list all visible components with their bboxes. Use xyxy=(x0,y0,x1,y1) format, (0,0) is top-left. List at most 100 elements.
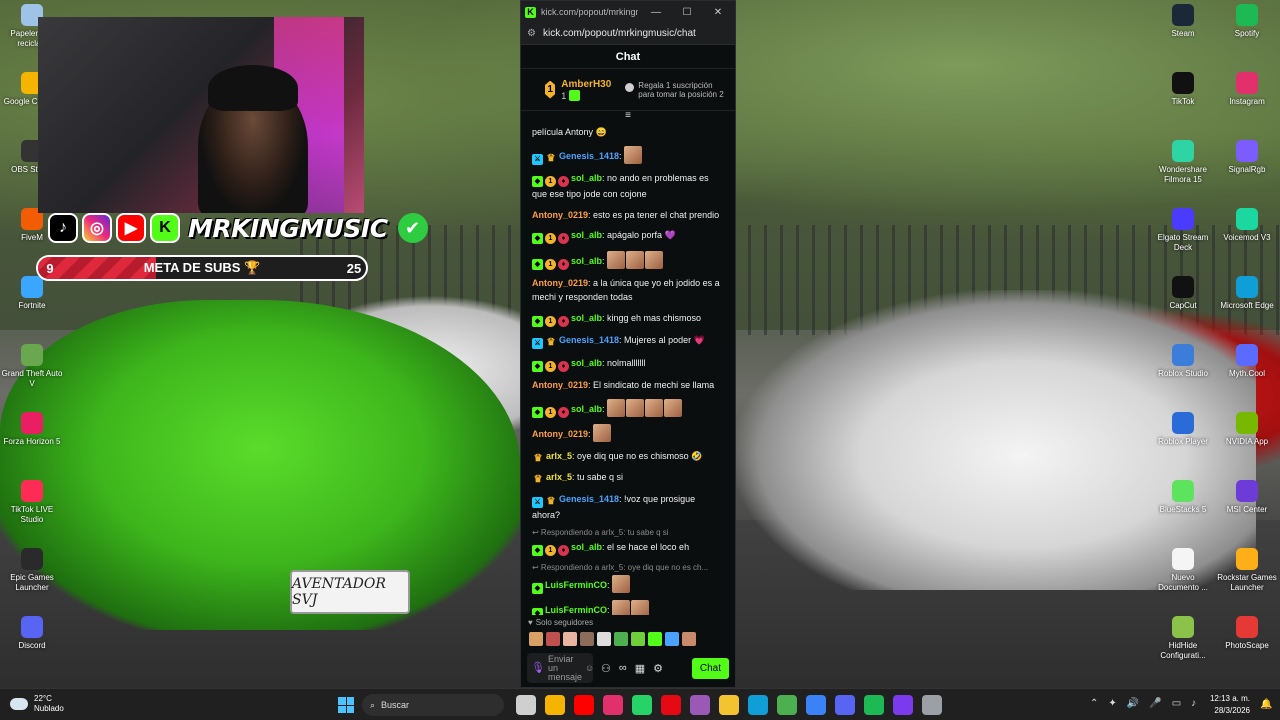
desktop-icon-filmora[interactable]: Wondershare Filmora 15 xyxy=(1151,140,1215,185)
emoji-icon[interactable]: ☺ xyxy=(585,663,594,673)
taskbar-app-icon[interactable] xyxy=(661,695,681,715)
chat-message[interactable]: Antony_0219: esto es pa tener el chat pr… xyxy=(532,208,725,222)
gifter-username[interactable]: AmberH30 xyxy=(561,79,611,90)
desktop-icon-spotify[interactable]: Spotify xyxy=(1215,4,1279,39)
chat-emote[interactable] xyxy=(612,574,631,593)
chat-username[interactable]: sol_alb xyxy=(571,173,602,183)
site-settings-icon[interactable]: ⚙ xyxy=(527,28,536,39)
chat-message[interactable]: ◆ 1 ♦ sol_alb: kingg eh mas chismoso xyxy=(532,311,725,327)
quick-emote[interactable] xyxy=(597,632,611,646)
chat-message[interactable]: ♛ arlx_5: tu sabe q si xyxy=(532,470,725,485)
chat-message[interactable]: película Antony 😄 xyxy=(532,125,725,139)
chat-emote[interactable] xyxy=(607,398,626,417)
desktop-icon-signalrgb[interactable]: SignalRgb xyxy=(1215,140,1279,175)
taskbar-clock[interactable]: 12:13 a. m. 28/3/2026 xyxy=(1206,693,1250,717)
chat-emote[interactable] xyxy=(593,424,612,442)
chat-username[interactable]: arlx_5 xyxy=(546,451,572,461)
gifter-badge-icon[interactable]: ♦ xyxy=(558,176,569,187)
chat-username[interactable]: Antony_0219 xyxy=(532,380,588,390)
gift-count-badge-icon[interactable]: 1 xyxy=(545,406,556,418)
chat-username[interactable]: Genesis_1418 xyxy=(559,151,619,161)
chat-input[interactable]: 🎙 Enviar un mensaje ☺ xyxy=(527,653,594,683)
taskbar-app-icon[interactable] xyxy=(864,695,884,715)
gift-count-badge-icon[interactable]: 1 xyxy=(545,176,556,187)
gift-count-badge-icon[interactable]: 1 xyxy=(545,258,556,270)
chat-username[interactable]: sol_alb xyxy=(571,313,602,323)
settings-gear-icon[interactable]: ⚙ xyxy=(653,662,663,675)
chat-emote[interactable] xyxy=(624,145,643,164)
quick-emote[interactable] xyxy=(648,632,662,646)
chat-emote[interactable] xyxy=(607,250,626,269)
gifter-badge-icon[interactable]: ♦ xyxy=(558,360,569,372)
quick-emote[interactable] xyxy=(546,632,560,646)
moderator-badge-icon[interactable]: ⚔ xyxy=(532,496,543,508)
moderator-badge-icon[interactable]: ⚔ xyxy=(532,338,543,349)
desktop-icon-instagram[interactable]: Instagram xyxy=(1215,72,1279,107)
taskbar-search-label[interactable]: Buscar xyxy=(381,700,409,710)
maximize-button[interactable]: ☐ xyxy=(674,7,700,18)
chat-message[interactable]: ⚔ ♛ Genesis_1418: !voz que prosigue ahora? xyxy=(532,492,725,522)
chat-username[interactable]: Antony_0219 xyxy=(532,429,588,439)
desktop-icon-rockstar[interactable]: Rockstar Games Launcher xyxy=(1215,548,1279,593)
subscriber-badge-icon[interactable]: ◆ xyxy=(532,360,543,372)
taskbar-app-icon[interactable] xyxy=(806,695,826,715)
chat-message[interactable]: ◆ 1 ♦ sol_alb: no ando en problemas es que … xyxy=(532,171,725,201)
subscriber-badge-icon[interactable]: ◆ xyxy=(532,608,543,615)
filter-icon[interactable]: ≡ xyxy=(521,111,735,123)
gifter-badge-icon[interactable]: ♦ xyxy=(558,233,569,244)
chat-message[interactable]: ◆ LuisFerminCO: xyxy=(532,600,725,615)
quick-emote-row[interactable] xyxy=(521,629,735,649)
gift-count-badge-icon[interactable]: 1 xyxy=(545,315,556,327)
gifter-badge-icon[interactable]: ♦ xyxy=(558,258,569,270)
send-chat-button[interactable]: Chat xyxy=(691,657,729,679)
speaker-icon[interactable]: ♪ xyxy=(1191,698,1196,709)
chat-message[interactable]: Antony_0219: xyxy=(532,424,725,442)
chat-username[interactable]: arlx_5 xyxy=(546,472,572,482)
chat-username[interactable]: LuisFerminCO xyxy=(545,605,607,615)
quick-emote[interactable] xyxy=(580,632,594,646)
top-gifter-banner[interactable]: 1 AmberH30 1 Regala 1 suscripción para t… xyxy=(521,69,735,111)
taskbar-app-icon[interactable] xyxy=(516,695,536,715)
start-windows-icon[interactable] xyxy=(338,697,354,713)
desktop-icon-roblox[interactable]: Roblox Player xyxy=(1151,412,1215,447)
gifter-badge-icon[interactable]: ♦ xyxy=(558,545,569,556)
crown-badge-icon[interactable]: ♛ xyxy=(532,474,544,485)
address-bar[interactable]: ⚙ kick.com/popout/mrkingmusic/chat xyxy=(521,23,735,45)
quick-emote[interactable] xyxy=(529,632,543,646)
chat-emote[interactable] xyxy=(631,600,650,615)
taskbar-app-icon[interactable] xyxy=(748,695,768,715)
desktop-icon-nvidia[interactable]: NVIDIA App xyxy=(1215,412,1279,447)
chat-emote[interactable] xyxy=(645,250,664,269)
infinity-icon[interactable]: ∞ xyxy=(619,662,627,674)
taskbar-app-icon[interactable] xyxy=(893,695,913,715)
mic-tray-icon[interactable]: 🎤 xyxy=(1149,698,1161,709)
desktop-icon-fortnite[interactable]: Fortnite xyxy=(0,276,64,311)
gifter-badge-icon[interactable]: ♦ xyxy=(558,406,569,418)
chat-message[interactable]: ♛ arlx_5: oye diq que no es chismoso 🤣 xyxy=(532,449,725,464)
taskbar-app-icon[interactable] xyxy=(603,695,623,715)
taskbar-app-icon[interactable] xyxy=(835,695,855,715)
chat-username[interactable]: Antony_0219 xyxy=(532,278,588,288)
chevron-up-icon[interactable]: ⌃ xyxy=(1090,698,1098,709)
quick-emote[interactable] xyxy=(631,632,645,646)
crown-badge-icon[interactable]: ♛ xyxy=(545,337,557,348)
chat-username[interactable]: Genesis_1418 xyxy=(559,494,619,504)
chat-message[interactable]: ◆ 1 ♦ sol_alb: xyxy=(532,250,725,270)
desktop-icon-photoscape[interactable]: PhotoScape xyxy=(1215,616,1279,651)
chat-emote[interactable] xyxy=(626,250,645,269)
reply-context[interactable]: ↩ Respondiendo a arlx_5: tu sabe q si xyxy=(532,528,725,538)
taskbar-app-icon[interactable] xyxy=(690,695,710,715)
desktop-icon-streamdeck[interactable]: Elgato Stream Deck xyxy=(1151,208,1215,253)
chat-username[interactable]: sol_alb xyxy=(571,256,602,266)
chat-username[interactable]: sol_alb xyxy=(571,542,602,552)
crown-badge-icon[interactable]: ♛ xyxy=(545,496,557,507)
gift-count-badge-icon[interactable]: 1 xyxy=(545,545,556,556)
desktop-icon-myth[interactable]: Myth.Cool xyxy=(1215,344,1279,379)
store-icon[interactable]: ▦ xyxy=(635,662,645,675)
chat-message[interactable]: ◆ LuisFerminCO: xyxy=(532,574,725,594)
desktop-icon-steam[interactable]: Steam xyxy=(1151,4,1215,39)
desktop-icon-forza[interactable]: Forza Horizon 5 xyxy=(0,412,64,447)
taskbar-app-icon[interactable] xyxy=(777,695,797,715)
gift-count-badge-icon[interactable]: 1 xyxy=(545,233,556,244)
minimize-button[interactable]: — xyxy=(643,7,669,18)
